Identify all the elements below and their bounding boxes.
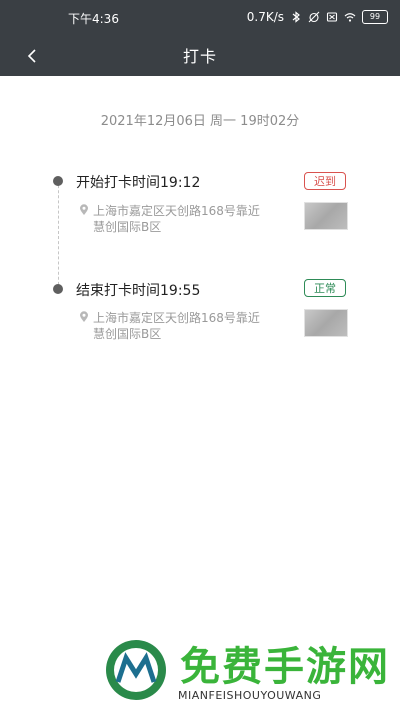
status-badge-normal: 正常 [304, 279, 346, 297]
punch-time-label: 开始打卡时间19:12 [76, 175, 201, 191]
location-pin-icon [80, 311, 88, 322]
alarm-off-icon [308, 11, 320, 23]
page-title: 打卡 [182, 47, 217, 66]
bluetooth-icon [292, 11, 300, 23]
sim-off-icon [326, 12, 338, 22]
timeline-dot [53, 284, 63, 294]
top-bar: 下午4:36 0.7K/s 99 打卡 [0, 0, 400, 76]
punch-photo-thumbnail[interactable] [304, 309, 348, 337]
status-time: 下午4:36 [68, 12, 119, 26]
wifi-icon [344, 13, 356, 22]
watermark-logo-icon [106, 640, 166, 700]
site-watermark: 免费手游网 MIANFEISHOUYOUWANG [0, 632, 400, 711]
timeline-dot [53, 176, 63, 186]
watermark-title: 免费手游网 [180, 644, 390, 690]
status-badge-late: 迟到 [304, 172, 346, 190]
punch-date: 2021年12月06日 周一 19时02分 [100, 114, 300, 129]
status-icons: 0.7K/s 99 [247, 10, 388, 24]
timeline-connector [58, 180, 59, 290]
punch-address: 上海市嘉定区天创路168号靠近慧创国际B区 [93, 204, 260, 234]
status-bar: 下午4:36 0.7K/s 99 [0, 0, 400, 36]
nav-bar: 打卡 [0, 36, 400, 76]
watermark-subtitle: MIANFEISHOUYOUWANG [178, 689, 322, 702]
network-speed: 0.7K/s [246, 10, 284, 24]
punch-address: 上海市嘉定区天创路168号靠近慧创国际B区 [93, 311, 260, 341]
punch-time-label: 结束打卡时间19:55 [76, 283, 201, 299]
location-pin-icon [80, 204, 88, 215]
battery-icon: 99 [362, 10, 388, 24]
punch-photo-thumbnail[interactable] [304, 202, 348, 230]
